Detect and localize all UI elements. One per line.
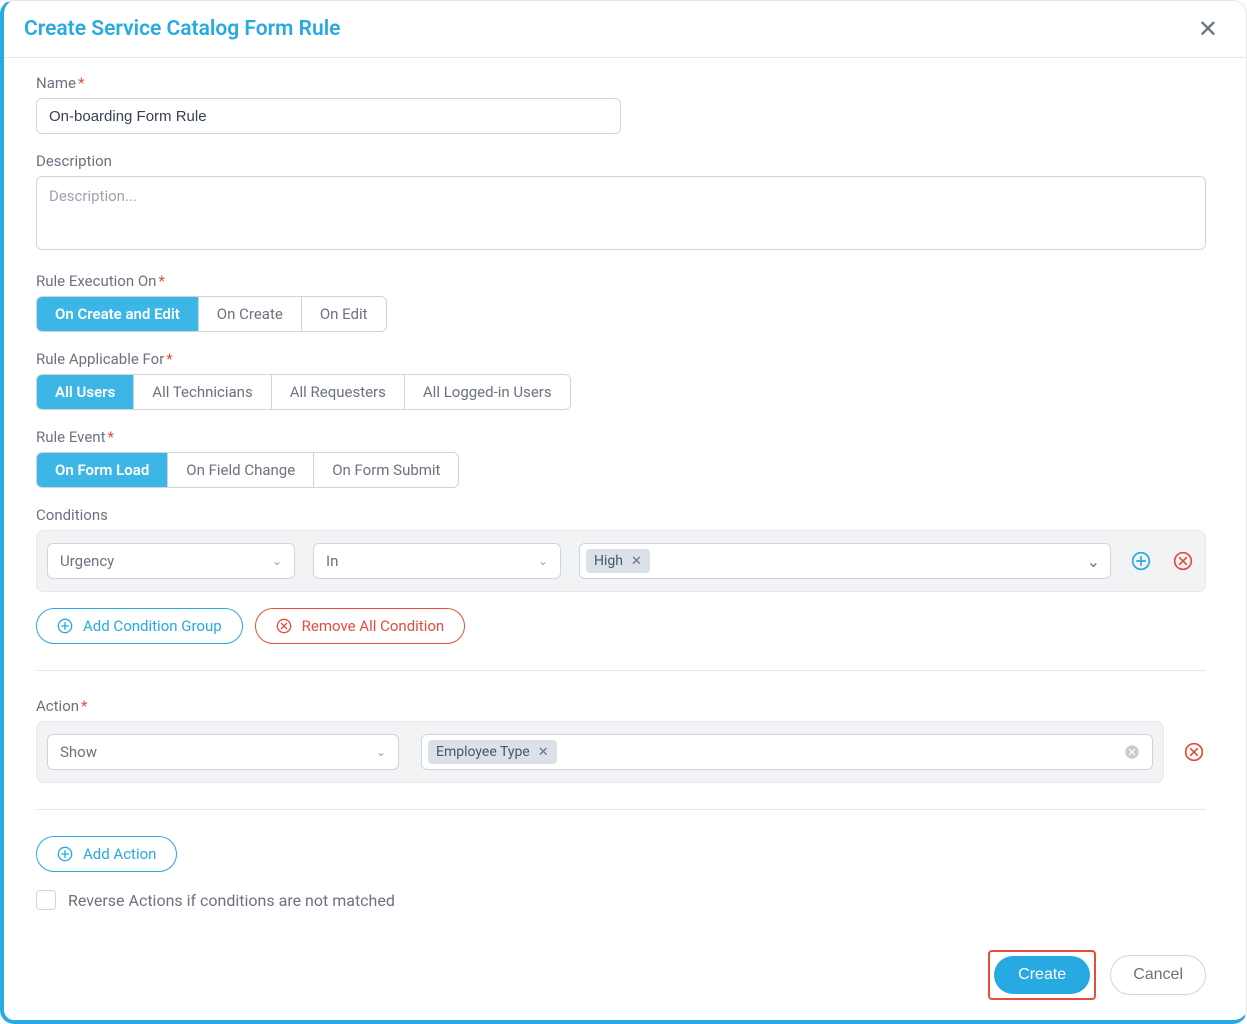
rule-applicable-label-text: Rule Applicable For: [36, 350, 164, 368]
add-action-button[interactable]: Add Action: [36, 836, 177, 872]
chevron-down-icon: ⌄: [376, 745, 386, 759]
remove-condition-icon[interactable]: [1171, 549, 1195, 573]
rule-event-row: Rule Event* On Form Load On Field Change…: [36, 428, 1206, 488]
action-target-tag-text: Employee Type: [436, 744, 530, 760]
condition-panel: Urgency ⌄ In ⌄ High ✕ ⌄: [36, 530, 1206, 592]
modal-body: Name* Description Rule Execution On* On …: [4, 58, 1246, 918]
rule-event-label: Rule Event*: [36, 428, 1206, 446]
remove-all-condition-button[interactable]: Remove All Condition: [255, 608, 466, 644]
modal-header: Create Service Catalog Form Rule ✕: [4, 1, 1246, 58]
remove-all-condition-label: Remove All Condition: [302, 617, 445, 635]
action-panel: Show ⌄ Employee Type ✕: [36, 721, 1164, 783]
rule-applicable-row: Rule Applicable For* All Users All Techn…: [36, 350, 1206, 410]
chevron-down-icon: ⌄: [272, 554, 282, 568]
create-button-highlight: Create: [988, 950, 1096, 1000]
action-type-value: Show: [60, 743, 97, 761]
event-on-form-load[interactable]: On Form Load: [37, 453, 168, 487]
event-on-form-submit[interactable]: On Form Submit: [314, 453, 458, 487]
condition-actions-row: Add Condition Group Remove All Condition: [36, 608, 1206, 644]
description-label: Description: [36, 152, 1206, 170]
cancel-button[interactable]: Cancel: [1110, 955, 1206, 995]
action-target-tag: Employee Type ✕: [428, 740, 557, 764]
applicable-all-technicians[interactable]: All Technicians: [134, 375, 271, 409]
condition-value-tag: High ✕: [586, 549, 650, 573]
conditions-label: Conditions: [36, 506, 1206, 524]
add-condition-group-label: Add Condition Group: [83, 617, 222, 635]
condition-operator-select[interactable]: In ⌄: [313, 543, 561, 579]
reverse-actions-checkbox[interactable]: [36, 890, 56, 910]
description-field-row: Description: [36, 152, 1206, 254]
add-condition-icon[interactable]: [1129, 549, 1153, 573]
description-textarea[interactable]: [36, 176, 1206, 250]
name-field-row: Name*: [36, 74, 1206, 134]
tag-remove-icon[interactable]: ✕: [538, 745, 549, 760]
modal-title: Create Service Catalog Form Rule: [24, 17, 340, 41]
modal-footer: Create Cancel: [4, 944, 1246, 1000]
conditions-section: Conditions Urgency ⌄ In ⌄ High ✕ ⌄: [36, 506, 1206, 644]
event-on-field-change[interactable]: On Field Change: [168, 453, 314, 487]
rule-applicable-label: Rule Applicable For*: [36, 350, 1206, 368]
add-action-label: Add Action: [83, 845, 156, 863]
rule-execution-row: Rule Execution On* On Create and Edit On…: [36, 272, 1206, 332]
create-button[interactable]: Create: [994, 956, 1090, 994]
clear-targets-icon[interactable]: [1120, 740, 1144, 764]
required-indicator: *: [81, 697, 87, 715]
required-indicator: *: [166, 350, 172, 368]
add-condition-group-button[interactable]: Add Condition Group: [36, 608, 243, 644]
rule-event-group: On Form Load On Field Change On Form Sub…: [36, 452, 459, 488]
condition-field-value: Urgency: [60, 552, 114, 570]
chevron-down-icon: ⌄: [1087, 552, 1100, 571]
rule-execution-group: On Create and Edit On Create On Edit: [36, 296, 387, 332]
condition-operator-value: In: [326, 552, 338, 570]
action-type-select[interactable]: Show ⌄: [47, 734, 399, 770]
name-label: Name*: [36, 74, 1206, 92]
section-divider: [36, 670, 1206, 671]
rule-applicable-group: All Users All Technicians All Requesters…: [36, 374, 571, 410]
rule-exec-create-and-edit[interactable]: On Create and Edit: [37, 297, 199, 331]
create-form-rule-modal: Create Service Catalog Form Rule ✕ Name*…: [0, 0, 1247, 1024]
action-target-select[interactable]: Employee Type ✕: [421, 734, 1153, 770]
reverse-actions-row: Reverse Actions if conditions are not ma…: [36, 890, 1206, 910]
chevron-down-icon: ⌄: [538, 554, 548, 568]
applicable-all-requesters[interactable]: All Requesters: [272, 375, 405, 409]
remove-action-icon[interactable]: [1182, 740, 1206, 764]
action-label-text: Action: [36, 697, 79, 715]
rule-execution-label-text: Rule Execution On: [36, 272, 156, 290]
rule-exec-edit[interactable]: On Edit: [302, 297, 386, 331]
condition-value-select[interactable]: High ✕ ⌄: [579, 543, 1111, 579]
action-label: Action*: [36, 697, 1206, 715]
applicable-all-logged-in[interactable]: All Logged-in Users: [405, 375, 570, 409]
rule-event-label-text: Rule Event: [36, 428, 106, 446]
required-indicator: *: [158, 272, 164, 290]
tag-remove-icon[interactable]: ✕: [631, 554, 642, 569]
condition-field-select[interactable]: Urgency ⌄: [47, 543, 295, 579]
reverse-actions-label: Reverse Actions if conditions are not ma…: [68, 891, 395, 910]
applicable-all-users[interactable]: All Users: [37, 375, 134, 409]
name-label-text: Name: [36, 74, 76, 92]
close-icon[interactable]: ✕: [1198, 17, 1218, 41]
required-indicator: *: [78, 74, 84, 92]
rule-execution-label: Rule Execution On*: [36, 272, 1206, 290]
section-divider: [36, 809, 1206, 810]
name-input[interactable]: [36, 98, 621, 134]
condition-value-tag-text: High: [594, 553, 623, 569]
rule-exec-create[interactable]: On Create: [199, 297, 302, 331]
action-section: Action* Show ⌄ Employee Type ✕: [36, 697, 1206, 783]
required-indicator: *: [108, 428, 114, 446]
